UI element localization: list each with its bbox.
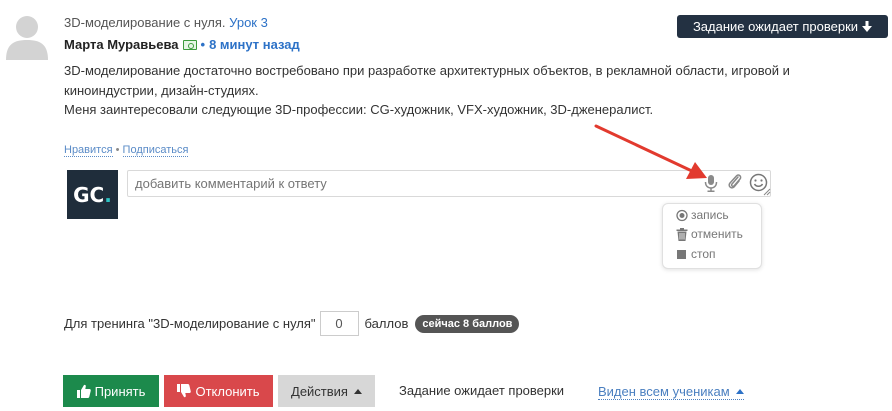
answer-paragraph: Меня заинтересовали следующие 3D-професс…: [64, 102, 654, 117]
stop-menu-item[interactable]: стоп: [676, 247, 716, 261]
task-status-text: Задание ожидает проверки: [399, 383, 565, 398]
stop-label: стоп: [691, 247, 716, 261]
paperclip-icon[interactable]: [727, 173, 743, 191]
user-avatar-placeholder-icon: [6, 16, 48, 60]
separator-dot: •: [200, 37, 206, 52]
course-lesson-line: 3D-моделирование с нуля. Урок 3: [64, 15, 268, 30]
stop-icon: [677, 249, 686, 259]
time-ago[interactable]: 8 минут назад: [209, 37, 300, 52]
record-label: запись: [691, 208, 729, 222]
trash-icon: [676, 227, 688, 241]
cancel-menu-item[interactable]: отменить: [676, 227, 743, 241]
commenter-avatar: GC.: [67, 170, 118, 219]
thumbs-down-icon: [177, 384, 192, 398]
accept-label: Принять: [94, 383, 146, 399]
status-badge-label: Задание ожидает проверки: [692, 19, 859, 34]
reject-button[interactable]: Отклонить: [164, 375, 273, 407]
lesson-link[interactable]: Урок 3: [229, 15, 268, 30]
meta-links: Нравится • Подписаться: [64, 144, 189, 157]
points-label: Для тренинга "3D-моделирование с нуля": [64, 316, 316, 331]
reject-label: Отклонить: [195, 383, 260, 399]
answer-text: 3D-моделирование достаточно востребовано…: [64, 61, 864, 120]
points-input[interactable]: [319, 311, 359, 336]
status-badge[interactable]: Задание ожидает проверки: [677, 15, 888, 38]
visibility-dropdown[interactable]: Виден всем ученикам: [598, 384, 744, 400]
avatar-logo-dot: .: [104, 182, 112, 207]
thumbs-up-icon: [76, 384, 91, 398]
accept-button[interactable]: Принять: [63, 375, 159, 407]
points-line: Для тренинга "3D-моделирование с нуля" б…: [64, 311, 520, 336]
recording-menu: запись отменить стоп: [662, 203, 762, 269]
answer-paragraph: 3D-моделирование достаточно востребовано…: [64, 63, 790, 98]
author-name[interactable]: Марта Муравьева: [64, 37, 179, 52]
cancel-label: отменить: [691, 227, 743, 241]
caret-up-icon: [735, 389, 744, 394]
course-name: 3D-моделирование с нуля.: [64, 15, 226, 30]
visibility-label: Виден всем ученикам: [598, 384, 730, 399]
record-menu-item[interactable]: запись: [676, 208, 729, 222]
author-line: Марта Муравьева • 8 минут назад: [64, 37, 300, 52]
actions-label: Действия: [291, 383, 348, 399]
avatar-logo-text: GC: [73, 182, 105, 207]
actions-dropdown-button[interactable]: Действия: [278, 375, 375, 407]
record-icon: [676, 209, 688, 221]
current-points-badge: сейчас 8 баллов: [415, 314, 520, 333]
arrow-down-icon: [862, 20, 873, 32]
money-icon: [182, 39, 197, 50]
caret-up-icon: [353, 388, 362, 394]
like-link[interactable]: Нравится: [64, 144, 113, 157]
subscribe-link[interactable]: Подписаться: [122, 144, 189, 157]
points-unit: баллов: [364, 316, 409, 331]
meta-dot: •: [115, 144, 120, 156]
resize-handle-icon[interactable]: [763, 188, 771, 196]
annotation-arrow-icon: [594, 124, 707, 179]
